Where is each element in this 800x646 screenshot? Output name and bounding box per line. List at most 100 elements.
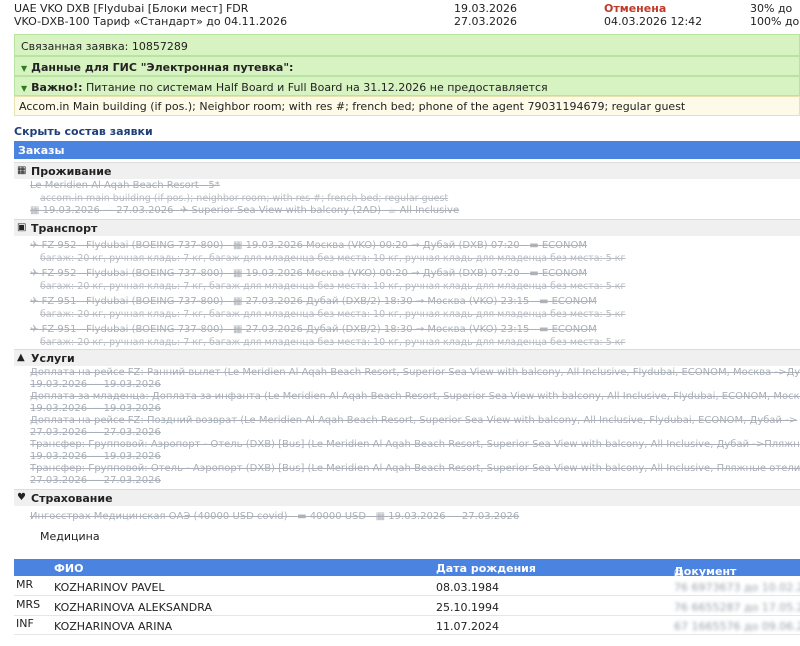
- passenger-document: 76 6655287 до 17.05.2030: [674, 601, 800, 614]
- order-header-line2: VKO-DXB-100 Тариф «Стандарт» до 04.11.20…: [0, 15, 800, 29]
- order-status: Отменена: [604, 2, 667, 15]
- section-transport-title: Транспорт: [31, 222, 98, 235]
- insurance-date-to: 27.03.2026: [461, 511, 520, 522]
- important-text: Питание по системам Half Board и Full Bo…: [85, 81, 548, 94]
- insurance-type: Медицина: [40, 530, 100, 543]
- passenger-document: 67 1665576 до 09.06.2029: [674, 620, 800, 633]
- payment-terms-1: 30% до: [750, 2, 793, 15]
- passenger-row: MR KOZHARINOV PAVEL 08.03.1984 76 697367…: [14, 576, 800, 596]
- service-item: Трансфер: Групповой: Аэропорт - Отель (D…: [30, 439, 800, 450]
- seat-icon: ▬: [538, 296, 549, 307]
- payment-terms-2: 100% до: [750, 15, 800, 28]
- linked-order-number[interactable]: 10857289: [132, 40, 188, 53]
- passenger-row: MRS KOZHARINOVA ALEKSANDRA 25.10.1994 76…: [14, 596, 800, 616]
- flight-row: ✈ FZ 951 Flydubai (BOEING 737-800) ▦ 27.…: [30, 296, 597, 307]
- plane-icon: ✈: [30, 268, 39, 279]
- important-label: Важно!:: [31, 81, 83, 94]
- seat-icon: ▬: [538, 324, 549, 335]
- section-accommodation-title: Проживание: [31, 165, 112, 178]
- hotel-name: Le Meridien Al Aqah Beach Resort 5*: [30, 180, 220, 191]
- orders-header: Заказы: [14, 141, 800, 159]
- passenger-document: 76 6973673 до 10.02.2030: [674, 581, 800, 594]
- hotel-note: accom.in main building (if pos.); neighb…: [40, 193, 449, 204]
- hotel-icon: ▦: [17, 165, 27, 176]
- order-title: UAE VKO DXB [Flydubai [Блоки мест] FDR: [14, 2, 249, 15]
- insurance-details: Ингосстрах Медицинская ОАЭ (40000 USD co…: [30, 511, 520, 522]
- passenger-name: KOZHARINOVA ARINA: [54, 620, 173, 633]
- order-tariff: VKO-DXB-100 Тариф «Стандарт» до 04.11.20…: [14, 15, 288, 28]
- service-item: Доплата на рейсе FZ: Поздний возврат (Le…: [30, 415, 798, 426]
- service-dates: 27.03.2026 — 27.03.2026: [30, 475, 161, 486]
- flight-row: ✈ FZ 951 Flydubai (BOEING 737-800) ▦ 27.…: [30, 324, 597, 335]
- calendar-icon: ▦: [232, 268, 243, 279]
- section-insurance: ♥ Страхование: [14, 489, 800, 506]
- hotel-name-text: Le Meridien Al Aqah Beach Resort: [30, 180, 199, 191]
- plane-icon: ✈: [30, 296, 39, 307]
- flight-row: ✈ FZ 952 Flydubai (BOEING 737-800) ▦ 19.…: [30, 240, 587, 251]
- order-date-to: 27.03.2026: [454, 15, 517, 28]
- flight-class: ECONOM: [541, 240, 588, 251]
- service-item: Трансфер: Групповой: Отель - Аэропорт (D…: [30, 463, 800, 474]
- service-dates: 19.03.2026 — 19.03.2026: [30, 403, 161, 414]
- service-dates: 19.03.2026 — 19.03.2026: [30, 451, 161, 462]
- heart-icon: ♥: [17, 492, 26, 503]
- service-item: Доплата за младенца: Доплата за инфанта …: [30, 391, 800, 402]
- passenger-name: KOZHARINOVA ALEKSANDRA: [54, 601, 212, 614]
- passenger-birthdate: 08.03.1984: [436, 581, 499, 594]
- gis-data-label: Данные для ГИС "Электронная путевка":: [31, 61, 294, 74]
- accommodation-note-text: Accom.in Main building (if pos.); Neighb…: [19, 100, 686, 113]
- passengers-header: ФИО Дата рождения Документ ◎: [14, 559, 800, 578]
- seat-icon: ▬: [529, 240, 539, 251]
- passenger-name: KOZHARINOV PAVEL: [54, 581, 165, 594]
- insurance-name: Ингосстрах Медицинская ОАЭ (40000 USD co…: [30, 511, 288, 522]
- section-services: ▲ Услуги: [14, 349, 800, 366]
- hide-order-details-link[interactable]: Скрыть состав заявки: [14, 125, 153, 138]
- flight-carrier: Flydubai (BOEING 737-800): [86, 240, 224, 251]
- calendar-icon: ▦: [232, 240, 243, 251]
- hotel-room: Superior Sea View with balcony (2AD): [191, 205, 382, 216]
- important-bar[interactable]: ▼ Важно!: Питание по системам Half Board …: [14, 76, 800, 96]
- flight-class: ECONOM: [551, 296, 597, 307]
- flight-code: FZ 951: [41, 296, 77, 307]
- calendar-icon: ▦: [30, 205, 40, 216]
- flight-code: FZ 952: [41, 240, 77, 251]
- flight-baggage: багаж: 20 кг, ручная кладь: 7 кг, багаж …: [40, 253, 626, 264]
- flight-class: ECONOM: [551, 324, 597, 335]
- services-icon: ▲: [17, 352, 25, 363]
- flight-route: 19.03.2026 Москва (VKO) 00:20 → Дубай (D…: [245, 268, 520, 279]
- flight-baggage: багаж: 20 кг, ручная кладь: 7 кг, багаж …: [40, 309, 626, 320]
- money-icon: ▬: [297, 511, 307, 522]
- flight-class: ECONOM: [541, 268, 588, 279]
- calendar-icon: ▦: [375, 511, 386, 522]
- order-status-date: 04.03.2026 12:42: [604, 15, 703, 28]
- linked-order-bar: Связанная заявка: 10857289: [14, 34, 800, 56]
- orders-title: Заказы: [18, 144, 65, 157]
- section-transport: ▣ Транспорт: [14, 219, 800, 236]
- section-insurance-title: Страхование: [31, 492, 113, 505]
- flight-code: FZ 951: [41, 324, 77, 335]
- plane-icon: ✈: [30, 240, 39, 251]
- bus-icon: ▣: [17, 222, 27, 233]
- service-item: Доплата на рейсе FZ: Ранний вылет (Le Me…: [30, 367, 800, 378]
- service-dates: 27.03.2026 — 27.03.2026: [30, 427, 161, 438]
- flight-baggage: багаж: 20 кг, ручная кладь: 7 кг, багаж …: [40, 281, 626, 292]
- linked-order-label: Связанная заявка:: [21, 40, 129, 53]
- expand-triangle-icon: ▼: [21, 64, 28, 73]
- calendar-icon: ▦: [232, 296, 243, 307]
- passenger-type: INF: [16, 617, 34, 630]
- flight-row: ✈ FZ 952 Flydubai (BOEING 737-800) ▦ 19.…: [30, 268, 587, 279]
- hotel-date-from: 19.03.2026: [42, 205, 100, 216]
- passenger-type: MR: [16, 578, 34, 591]
- col-fio: ФИО: [54, 562, 84, 575]
- expand-triangle-icon: ▼: [21, 84, 28, 93]
- flight-carrier: Flydubai (BOEING 737-800): [86, 296, 224, 307]
- flight-carrier: Flydubai (BOEING 737-800): [86, 268, 224, 279]
- hotel-date-to: 27.03.2026: [116, 205, 174, 216]
- section-accommodation: ▦ Проживание: [14, 162, 800, 179]
- passenger-row: INF KOZHARINOVA ARINA 11.07.2024 67 1665…: [14, 615, 800, 635]
- insurance-amount: 40000 USD: [309, 511, 367, 522]
- gis-data-bar[interactable]: ▼ Данные для ГИС "Электронная путевка":: [14, 56, 800, 76]
- flight-baggage: багаж: 20 кг, ручная кладь: 7 кг, багаж …: [40, 337, 626, 348]
- meal-icon: ☕: [387, 205, 397, 216]
- calendar-icon: ▦: [232, 324, 243, 335]
